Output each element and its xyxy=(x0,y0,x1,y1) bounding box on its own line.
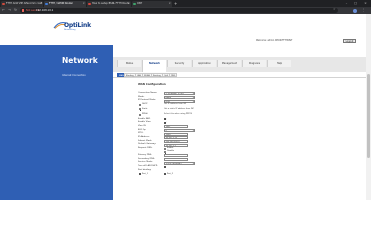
forward-arrow-icon[interactable]: → xyxy=(7,8,12,13)
address-bar[interactable]: Not secure 192.168.10.1 xyxy=(20,8,338,13)
tab-title: How to setup BSNL FTTH Route xyxy=(92,2,130,5)
browser-menu-icon[interactable]: ⋮ xyxy=(362,7,365,14)
pppoe-label: PPPoE xyxy=(142,113,148,116)
page-scrollbar[interactable] xyxy=(366,14,371,200)
sidebar-item-internet-connection[interactable]: Internet Connection xyxy=(62,74,86,77)
menu-diagnosis[interactable]: Diagnosis xyxy=(242,60,266,67)
tab-favicon-icon xyxy=(88,2,92,6)
static-note: Get a static IP address from ISP xyxy=(164,107,194,110)
static-radio[interactable] xyxy=(139,108,142,111)
port1-label: Port_1 xyxy=(142,172,148,175)
scrollbar-thumb[interactable] xyxy=(366,74,371,158)
tab-title: FTTH ACW ZIP Alfacomm confi xyxy=(6,2,43,5)
logo-text: OptiLink xyxy=(64,22,91,29)
tab-title: ONT xyxy=(137,2,143,5)
submenu-binding[interactable]: Binding xyxy=(124,73,136,77)
enable-vlan-checkbox[interactable] xyxy=(164,122,167,126)
menu-security[interactable]: Security xyxy=(167,60,191,67)
form-title: WAN Configuration xyxy=(138,83,166,86)
menu-management[interactable]: Management xyxy=(217,60,241,67)
submenu-routing[interactable]: Routing xyxy=(151,73,163,77)
menu-status[interactable]: Status xyxy=(117,60,141,67)
wan-form: Connection Name: 2_INTERNET_R_VID_ Mode:… xyxy=(138,92,248,176)
submenu-dns[interactable]: DNS xyxy=(169,73,178,77)
request-dns-disable-radio[interactable] xyxy=(164,151,167,154)
request-dns-row: Request DNS: Enable Disable xyxy=(138,147,248,154)
browser-tab-strip: FTTH ACW ZIP Alfacomm confi × FTTH / GPO… xyxy=(0,0,371,7)
welcome-text: Welcome: admin DPON:FTTHONT xyxy=(256,39,293,42)
close-window-button[interactable]: × xyxy=(361,0,370,7)
request-dns-enable-radio[interactable] xyxy=(164,147,166,150)
lan-dhcp-checkbox[interactable] xyxy=(164,166,166,169)
logout-button[interactable]: Logout xyxy=(343,38,356,44)
enable-nat-checkbox[interactable] xyxy=(164,118,167,122)
back-arrow-icon[interactable]: ← xyxy=(1,8,6,13)
static-label: Static xyxy=(142,107,148,110)
new-tab-button[interactable]: + xyxy=(174,1,177,7)
bookmark-star-icon[interactable]: ☆ xyxy=(333,7,336,12)
dhcp-note: Get IP address from ISP xyxy=(164,103,187,106)
logo-subtitle: Networking xyxy=(64,29,76,31)
port1-checkbox[interactable] xyxy=(139,173,141,176)
port2-label: Port_2 xyxy=(167,172,173,175)
tab-favicon-icon xyxy=(2,2,6,6)
user-bar: Welcome: admin DPON:FTTHONT Logout xyxy=(256,38,371,44)
minimize-window-button[interactable]: – xyxy=(342,0,351,7)
menu-application[interactable]: Application xyxy=(192,60,216,67)
request-dns-label: Request DNS: xyxy=(138,147,153,150)
sidebar: Internet Connection xyxy=(0,72,113,200)
tab-favicon-icon xyxy=(45,2,49,6)
dhcp-label: DHCP xyxy=(142,103,148,106)
brand-area: OptiLink Networking xyxy=(0,14,113,45)
dhcp-radio[interactable] xyxy=(139,103,141,106)
maximize-window-button[interactable]: □ xyxy=(351,0,360,7)
main-menu: Status Network Security Application Mana… xyxy=(113,57,371,72)
menu-help[interactable]: Help xyxy=(267,60,291,67)
url-text[interactable]: 192.168.10.1 xyxy=(36,8,53,13)
not-secure-icon xyxy=(22,8,25,12)
reload-icon[interactable]: ↻ xyxy=(13,8,18,13)
page-title: Network xyxy=(62,56,98,65)
tab-title: FTTH / GPON Router xyxy=(49,2,73,5)
profile-avatar[interactable] xyxy=(353,8,357,13)
section-header: Network xyxy=(0,45,113,72)
port2-checkbox[interactable] xyxy=(164,173,166,176)
browser-toolbar: ← → ↻ Not secure 192.168.10.1 ☆ ⋮ xyxy=(0,7,371,14)
menu-network[interactable]: Network xyxy=(142,60,166,72)
wan-config-panel: WAN Configuration Connection Name: 2_INT… xyxy=(113,78,371,200)
port-binding-options: Port_1 Port_2 xyxy=(138,173,248,177)
pppoe-radio[interactable] xyxy=(139,113,141,116)
router-admin-page: OptiLink Networking Network Welcome: adm… xyxy=(0,14,371,200)
tab-favicon-icon xyxy=(133,2,137,6)
pppoe-note: Select this when using PPPOE xyxy=(164,113,193,116)
